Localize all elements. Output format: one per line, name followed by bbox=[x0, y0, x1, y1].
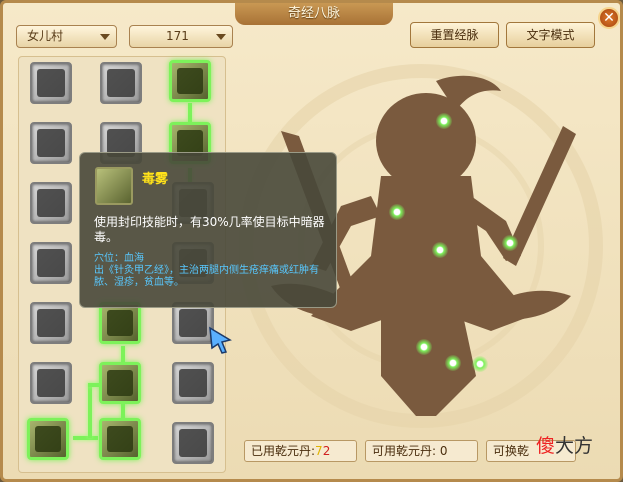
meridian-slot[interactable] bbox=[30, 302, 72, 344]
meridian-slot[interactable] bbox=[30, 122, 72, 164]
meridian-slot[interactable] bbox=[30, 62, 72, 104]
watermark-red: 傻 bbox=[536, 435, 556, 457]
meridian-slot-active[interactable] bbox=[99, 418, 141, 460]
meridian-window: 奇经八脉 ✕ 女儿村 171 重置经脉 文字模式 已用乾元丹:72 可用乾元丹:… bbox=[0, 0, 623, 482]
acupoint-marker[interactable] bbox=[416, 339, 432, 355]
tooltip-acupoint: 穴位：血海 bbox=[94, 253, 144, 264]
meridian-slot[interactable] bbox=[30, 242, 72, 284]
level-dropdown[interactable]: 171 bbox=[129, 25, 233, 48]
acupoint-marker[interactable] bbox=[436, 113, 452, 129]
window-title: 奇经八脉 bbox=[235, 3, 393, 25]
tooltip-source: 出《针灸甲乙经》，主治两腿内侧生疮痒痛或红肿有脓、湿疹，贫血等。 bbox=[94, 265, 319, 288]
watermark: 傻大方 bbox=[536, 431, 593, 458]
meridian-slot[interactable] bbox=[30, 362, 72, 404]
chevron-down-icon bbox=[100, 34, 110, 40]
acupoint-marker[interactable] bbox=[472, 356, 488, 372]
used-pills-total: 2 bbox=[322, 444, 331, 458]
exchangeable-pills-label: 可换乾 bbox=[493, 444, 530, 458]
chevron-down-icon bbox=[216, 34, 226, 40]
meridian-slot-active[interactable] bbox=[99, 302, 141, 344]
used-pills-value: 7 bbox=[315, 444, 323, 458]
reset-meridian-button[interactable]: 重置经脉 bbox=[410, 22, 499, 48]
connector bbox=[88, 383, 92, 438]
meridian-slot[interactable] bbox=[30, 182, 72, 224]
meridian-slot-active[interactable] bbox=[27, 418, 69, 460]
connector bbox=[188, 103, 192, 123]
available-pills-value: 0 bbox=[439, 444, 448, 458]
available-pills-label: 可用乾元丹: bbox=[372, 444, 437, 458]
meridian-slot-active[interactable] bbox=[99, 362, 141, 404]
close-icon[interactable]: ✕ bbox=[598, 7, 620, 29]
used-pills-label: 已用乾元丹: bbox=[251, 444, 316, 458]
meridian-slot[interactable] bbox=[172, 422, 214, 464]
skill-tooltip: 毒雾 使用封印技能时，有30%几率使目标中暗器毒。 穴位：血海 出《针灸甲乙经》… bbox=[79, 152, 337, 308]
connector bbox=[121, 346, 125, 363]
tooltip-description: 使用封印技能时，有30%几率使目标中暗器毒。 bbox=[94, 215, 325, 244]
poison-fog-icon bbox=[95, 167, 133, 205]
watermark-black: 大方 bbox=[555, 435, 594, 457]
faction-dropdown[interactable]: 女儿村 bbox=[16, 25, 117, 48]
acupoint-marker[interactable] bbox=[502, 235, 518, 251]
meridian-slot-active[interactable] bbox=[169, 60, 211, 102]
connector bbox=[73, 436, 98, 440]
acupoint-marker[interactable] bbox=[389, 204, 405, 220]
available-pills-box: 可用乾元丹: 0 bbox=[365, 440, 478, 462]
level-dropdown-value: 171 bbox=[166, 29, 189, 43]
meridian-slot[interactable] bbox=[172, 362, 214, 404]
meridian-slot[interactable] bbox=[100, 62, 142, 104]
used-pills-box: 已用乾元丹:72 bbox=[244, 440, 357, 462]
tooltip-acupoint-info: 穴位：血海 出《针灸甲乙经》，主治两腿内侧生疮痒痛或红肿有脓、湿疹，贫血等。 bbox=[94, 253, 334, 289]
acupoint-marker[interactable] bbox=[432, 242, 448, 258]
tooltip-skill-name: 毒雾 bbox=[142, 172, 169, 187]
text-mode-button[interactable]: 文字模式 bbox=[506, 22, 595, 48]
faction-dropdown-value: 女儿村 bbox=[27, 29, 64, 43]
acupoint-marker[interactable] bbox=[445, 355, 461, 371]
